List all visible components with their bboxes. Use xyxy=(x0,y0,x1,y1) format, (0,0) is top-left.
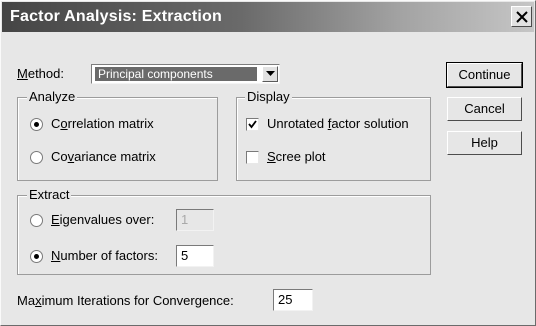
number-of-factors-radio[interactable] xyxy=(30,250,43,263)
unrotated-factor-solution-checkbox[interactable] xyxy=(246,118,259,131)
correlation-matrix-radio[interactable] xyxy=(30,118,43,131)
method-label: Method: xyxy=(17,66,64,81)
continue-button[interactable]: Continue xyxy=(446,62,523,88)
method-dropdown[interactable]: Principal components xyxy=(91,64,280,84)
scree-plot-label[interactable]: Scree plot xyxy=(267,149,326,164)
chevron-down-icon xyxy=(266,71,275,76)
unrotated-factor-solution-label[interactable]: Unrotated factor solution xyxy=(267,116,409,131)
eigenvalues-over-field[interactable]: 1 xyxy=(176,209,214,231)
correlation-matrix-label[interactable]: Correlation matrix xyxy=(51,116,154,131)
close-button[interactable] xyxy=(511,6,532,27)
number-of-factors-field[interactable]: 5 xyxy=(176,245,214,267)
scree-plot-checkbox[interactable] xyxy=(246,151,259,164)
extract-group xyxy=(17,195,431,275)
extract-group-title: Extract xyxy=(27,187,72,202)
eigenvalues-over-radio[interactable] xyxy=(30,214,43,227)
title-bar[interactable]: Factor Analysis: Extraction xyxy=(2,2,534,32)
covariance-matrix-label[interactable]: Covariance matrix xyxy=(51,149,156,164)
close-icon xyxy=(516,11,528,23)
help-button[interactable]: Help xyxy=(447,131,522,155)
method-selected-value: Principal components xyxy=(95,67,257,81)
dialog-window: Factor Analysis: Extraction Method: Prin… xyxy=(0,0,536,326)
analyze-group-title: Analyze xyxy=(27,89,78,104)
dropdown-arrow-button[interactable] xyxy=(262,66,278,82)
max-iterations-label: Maximum Iterations for Convergence: xyxy=(17,293,234,308)
number-of-factors-label[interactable]: Number of factors: xyxy=(51,248,158,263)
cancel-button[interactable]: Cancel xyxy=(447,97,522,121)
covariance-matrix-radio[interactable] xyxy=(30,151,43,164)
display-group xyxy=(236,97,431,181)
analyze-group xyxy=(17,97,218,181)
display-group-title: Display xyxy=(245,89,292,104)
dialog-title: Factor Analysis: Extraction xyxy=(10,8,222,25)
eigenvalues-over-label[interactable]: Eigenvalues over: xyxy=(51,212,154,227)
checkmark-icon xyxy=(248,120,257,129)
max-iterations-field[interactable]: 25 xyxy=(273,289,313,311)
